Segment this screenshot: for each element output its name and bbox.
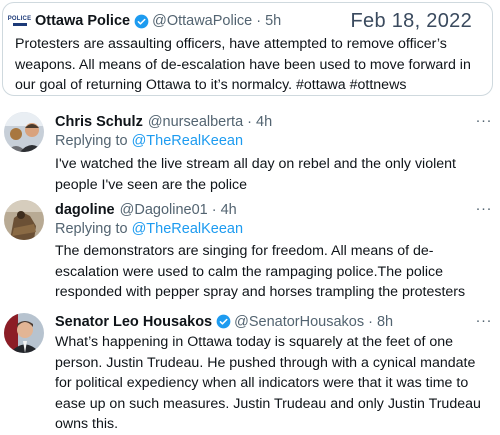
- quoted-tweet-header: POLICE Ottawa Police @OttawaPolice · 5h: [8, 12, 282, 30]
- ottawa-police-logo-icon: POLICE: [8, 15, 31, 28]
- verified-badge-icon: [134, 14, 149, 28]
- avatar[interactable]: [4, 313, 44, 353]
- tweet-text: The demonstrators are singing for freedo…: [55, 243, 466, 300]
- author-name[interactable]: Senator Leo Housakos: [55, 314, 212, 330]
- replying-to-label: Replying to: [55, 221, 128, 237]
- separator-dot: ·: [211, 201, 217, 218]
- separator-dot: ·: [368, 313, 373, 330]
- more-options-icon[interactable]: ···: [476, 112, 493, 129]
- tweet-text: Protesters are assaulting officers, have…: [15, 36, 471, 93]
- date-overlay-label: Feb 18, 2022: [350, 10, 472, 32]
- author-name[interactable]: Chris Schulz: [55, 114, 143, 130]
- tweet-timestamp[interactable]: 8h: [377, 314, 393, 330]
- avatar[interactable]: [4, 200, 44, 240]
- author-handle[interactable]: @Dagoline01: [120, 202, 208, 218]
- reply-header: Senator Leo Housakos @SenatorHousakos · …: [55, 312, 393, 331]
- verified-badge-icon: [216, 314, 231, 329]
- author-name[interactable]: dagoline: [55, 202, 115, 218]
- tweet-text: What’s happening in Ottawa today is squa…: [55, 334, 481, 432]
- more-options-icon[interactable]: ···: [476, 312, 493, 329]
- author-handle[interactable]: @nursealberta: [148, 114, 243, 130]
- quoted-tweet-card[interactable]: POLICE Ottawa Police @OttawaPolice · 5h …: [2, 2, 493, 96]
- mention-link[interactable]: @TheRealKeean: [132, 133, 243, 149]
- tweet-text: I've watched the live stream all day on …: [55, 156, 456, 193]
- author-name[interactable]: Ottawa Police: [35, 13, 130, 29]
- tweet-timestamp[interactable]: 4h: [221, 202, 237, 218]
- replying-to-line: Replying to @TheRealKeean: [55, 221, 243, 237]
- separator-dot: ·: [256, 13, 262, 29]
- tweet-timestamp[interactable]: 4h: [256, 114, 272, 130]
- more-options-icon[interactable]: ···: [476, 200, 493, 217]
- avatar[interactable]: [4, 112, 44, 152]
- reply-header: dagoline @Dagoline01 · 4h: [55, 200, 237, 219]
- author-handle[interactable]: @SenatorHousakos: [234, 314, 364, 330]
- author-handle[interactable]: @OttawaPolice: [152, 13, 252, 29]
- replying-to-line: Replying to @TheRealKeean: [55, 133, 243, 149]
- tweet-timestamp[interactable]: 5h: [265, 13, 281, 29]
- separator-dot: ·: [247, 113, 252, 130]
- reply-header: Chris Schulz @nursealberta · 4h: [55, 112, 272, 131]
- replying-to-label: Replying to: [55, 133, 128, 149]
- mention-link[interactable]: @TheRealKeean: [132, 221, 243, 237]
